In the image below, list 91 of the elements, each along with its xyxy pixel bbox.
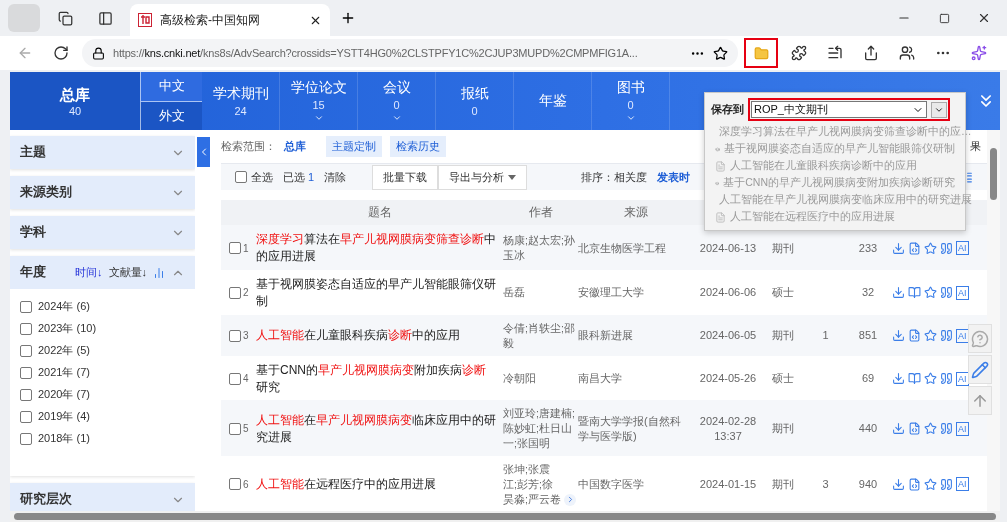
source-cell-text: 中国数字医学 xyxy=(578,476,645,492)
row-number: 5 xyxy=(243,423,249,435)
cited-cell-text: 3 xyxy=(821,476,830,492)
author-cell-text: 张坤;张震江;彭芳;徐昊淼;严云卷 xyxy=(503,461,562,507)
sort-link[interactable]: 发表时 xyxy=(657,169,690,185)
type-cell-text: 硕士 xyxy=(771,285,795,301)
date-cell-text: 2024-06-06 xyxy=(698,285,758,301)
nav-tab[interactable]: 报纸 0 xyxy=(436,72,514,130)
row-number: 1 xyxy=(243,242,249,254)
article-title-link[interactable]: 基于CNN的早产儿视网膜病变附加疾病诊断 研究 xyxy=(256,361,503,396)
language-tab[interactable]: 外文 xyxy=(140,101,202,130)
language-tab[interactable]: 中文 xyxy=(140,72,202,102)
year-option[interactable]: 2018年 (1) xyxy=(38,431,90,446)
source-cell-text: 安徽理工大学 xyxy=(578,285,645,301)
date-cell-text: 2024-01-15 xyxy=(698,476,758,492)
scope-button[interactable]: 主题定制 xyxy=(326,136,382,157)
downloads-cell-text: 233 xyxy=(857,240,879,256)
year-option[interactable]: 2024年 (6) xyxy=(38,299,90,314)
article-title-link[interactable]: 人工智能在远程医疗中的应用进展 xyxy=(256,475,503,493)
row-number: 3 xyxy=(243,330,249,342)
year-option[interactable]: 2020年 (7) xyxy=(38,387,90,402)
source-cell-text: 南昌大学 xyxy=(578,371,623,386)
downloads-cell-text: 32 xyxy=(860,285,876,301)
year-option[interactable]: 2023年 (10) xyxy=(38,321,97,336)
source-cell-text: 暨南大学学报(自然科学与医学版) xyxy=(578,413,682,444)
filter-header[interactable]: 主题 xyxy=(10,136,195,169)
article-title-link[interactable]: 人工智能在早产儿视网膜病变临床应用中的研究进展 xyxy=(256,411,503,446)
sort-label: 排序：相关度 xyxy=(581,169,647,185)
source-cell-text: 眼科新进展 xyxy=(578,328,634,344)
folder-select[interactable]: ROP_中文期刊 xyxy=(751,101,927,118)
date-cell-text: 2024-06-13 xyxy=(698,240,758,256)
author-cell: 令倩;肖轶尘;邵毅 xyxy=(503,320,576,351)
filter-header[interactable]: 学科 xyxy=(10,216,195,249)
filter-header[interactable]: 来源类别 xyxy=(10,176,195,209)
ai-button[interactable]: AI xyxy=(956,421,969,436)
nav-tab[interactable]: 学位论文 15 xyxy=(280,72,358,130)
nav-tab[interactable]: 图书 0 xyxy=(592,72,670,130)
scope-button[interactable]: 检索历史 xyxy=(390,136,446,157)
ai-button[interactable]: AI xyxy=(956,285,969,300)
select-all-label[interactable]: 全选 xyxy=(251,169,273,185)
year-option[interactable]: 2021年 (7) xyxy=(38,365,90,380)
column-header: 作者 xyxy=(527,204,554,222)
result-text: 果 xyxy=(970,139,981,154)
url-text: https://kns.cnki.net/kns8s/AdvSearch?crossids=YSTT4HG0%2CLSTPFY1C%2CJUP3MUPD%2CMPMFIG1A... xyxy=(113,47,639,59)
save-label: 保存到 xyxy=(711,102,744,117)
address-field[interactable]: https://kns.cnki.net/kns8s/AdvSearch?crossids=YSTT4HG0%2CLSTPFY1C%2CJUP3MUPD%2CMPMFIG1A... xyxy=(82,39,738,67)
author-cell: 刘亚玲;唐建楠;陈妙虹;杜日山一;张国明 xyxy=(503,406,576,452)
downloads-cell-text: 851 xyxy=(857,328,879,344)
row-number: 2 xyxy=(243,287,249,299)
scope-label: 检索范围： xyxy=(221,139,276,154)
database-tab[interactable]: 总库 40 xyxy=(10,72,140,130)
clear-link[interactable]: 清除 xyxy=(324,169,347,185)
nav-tab[interactable]: 年鉴 xyxy=(514,72,592,130)
article-title-link[interactable]: 人工智能在儿童眼科疾病诊断中的应用 xyxy=(256,327,503,345)
author-cell-text: 岳磊 xyxy=(503,285,526,301)
ai-button[interactable]: AI xyxy=(956,241,969,256)
date-cell-text: 2024-05-26 xyxy=(698,371,758,386)
nav-tab[interactable]: 会议 0 xyxy=(358,72,436,130)
nav-tab[interactable]: 学术期刊 24 xyxy=(202,72,280,130)
date-cell-text: 2024-02-28 13:37 xyxy=(698,413,758,444)
author-cell-text: 冷朝阳 xyxy=(503,371,537,386)
author-cell: 杨康;赵太宏;孙玉冰 xyxy=(503,233,576,264)
downloads-cell-text: 940 xyxy=(857,476,879,492)
year-option[interactable]: 2022年 (5) xyxy=(38,343,90,358)
article-title-link[interactable]: 深度学习算法在早产儿视网膜病变筛查诊断中的应用进展 xyxy=(256,231,503,266)
downloads-cell-text: 440 xyxy=(857,421,879,437)
scope-value: 总库 xyxy=(284,139,306,154)
type-cell-text: 期刊 xyxy=(771,240,795,256)
filter-header[interactable]: 研究层次 xyxy=(10,483,195,511)
downloads-cell-text: 69 xyxy=(860,371,876,386)
selected-count: 已选 1 xyxy=(283,169,315,185)
toolbar-button[interactable]: 批量下载 xyxy=(372,164,439,190)
source-cell-text: 北京生物医学工程 xyxy=(578,240,667,256)
sort-link[interactable]: 时间↓ xyxy=(75,265,103,280)
browser-tab[interactable]: 高级检索-中国知网 xyxy=(130,4,330,36)
column-header: 来源 xyxy=(622,204,649,222)
column-header: 题名 xyxy=(366,204,393,222)
ai-button[interactable]: AI xyxy=(956,477,969,492)
type-cell-text: 硕士 xyxy=(771,371,795,386)
article-title-link[interactable]: 基于视网膜姿态自适应的早产儿智能眼筛仪研制 xyxy=(256,275,503,310)
row-number: 4 xyxy=(243,373,249,384)
type-cell-text: 期刊 xyxy=(771,476,795,492)
sort-link[interactable]: 文献量↓ xyxy=(108,265,147,280)
filter-header[interactable]: 年度 时间↓ 文献量↓ xyxy=(10,256,195,289)
toolbar-button[interactable]: 导出与分析 xyxy=(438,164,528,190)
type-cell-text: 期刊 xyxy=(771,421,795,437)
type-cell-text: 期刊 xyxy=(771,328,795,344)
row-number: 6 xyxy=(243,478,249,490)
date-cell-text: 2024-06-05 xyxy=(698,328,758,344)
year-option[interactable]: 2019年 (4) xyxy=(38,409,90,424)
cited-cell-text: 1 xyxy=(821,328,830,344)
